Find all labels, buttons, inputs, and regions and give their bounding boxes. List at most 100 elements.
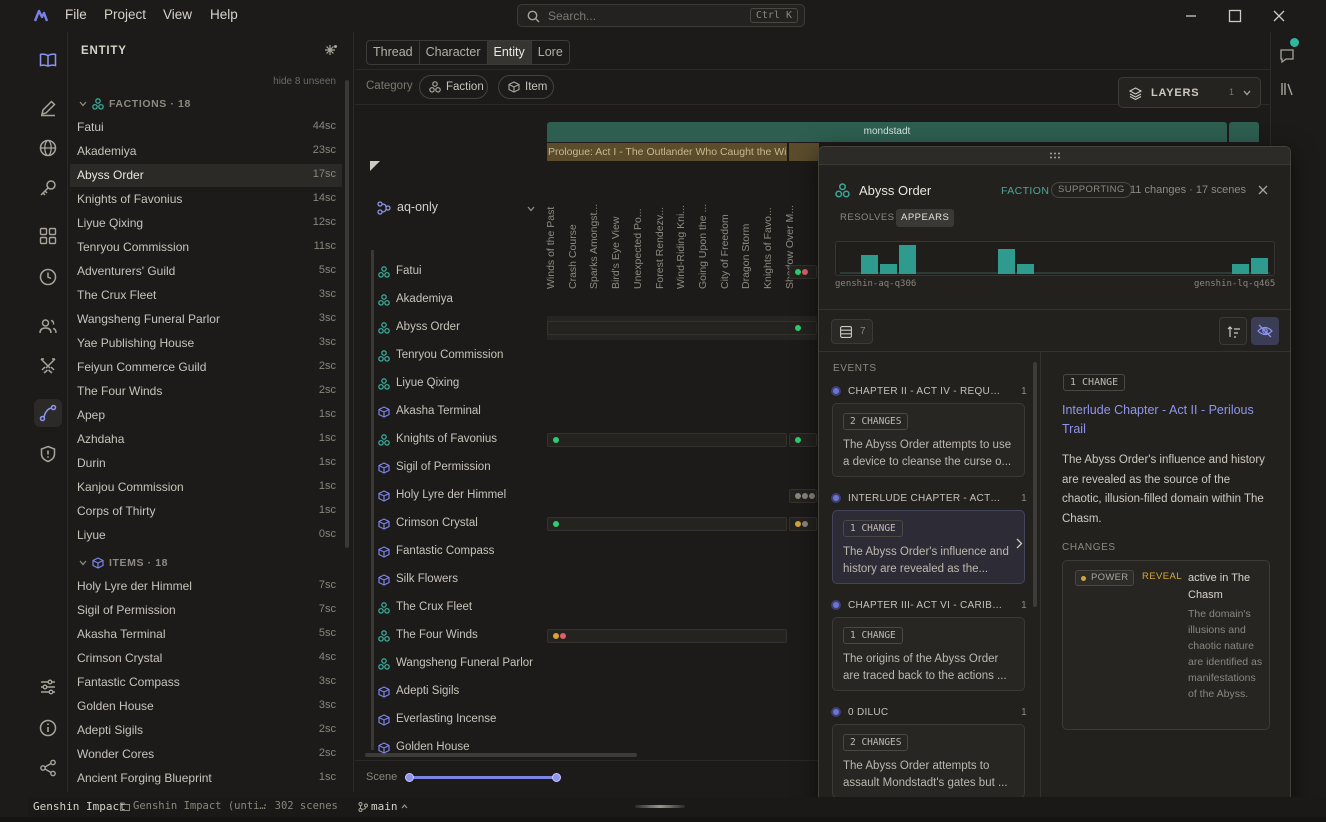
drag-handle[interactable]: [819, 147, 1290, 165]
scene-column-header[interactable]: City of Freedom: [719, 169, 733, 289]
rail-share[interactable]: [34, 754, 62, 782]
status-branch[interactable]: main: [371, 800, 398, 813]
histogram-bar[interactable]: [880, 264, 897, 274]
sidebar-item-faction[interactable]: Yae Publishing House 3sc: [70, 332, 342, 355]
tab-entity[interactable]: Entity: [487, 41, 532, 64]
entity-row[interactable]: Sigil of Permission: [373, 456, 545, 480]
entity-row[interactable]: Tenryou Commission: [373, 344, 545, 368]
rail-world[interactable]: [34, 134, 62, 162]
entity-row[interactable]: Everlasting Incense: [373, 708, 545, 732]
appearance-dot[interactable]: [809, 493, 815, 499]
sidebar-item-entity[interactable]: Akasha Terminal 5sc: [70, 623, 342, 646]
chat-icon[interactable]: [1279, 48, 1295, 64]
faction-filter-chip[interactable]: Faction: [419, 75, 488, 99]
scene-column-header[interactable]: Forest Rendezv...: [654, 169, 668, 289]
histogram-bar[interactable]: [1251, 258, 1268, 274]
presence-track[interactable]: [547, 517, 787, 531]
histogram-bar[interactable]: [899, 245, 916, 274]
menu-project[interactable]: Project: [104, 7, 146, 22]
entity-row[interactable]: Holy Lyre der Himmel: [373, 484, 545, 508]
sidebar-item-entity[interactable]: Fantastic Compass 3sc: [70, 671, 342, 694]
rail-alerts[interactable]: [34, 440, 62, 468]
scene-column-header[interactable]: Dragon Storm: [740, 169, 754, 289]
sort-button[interactable]: [1219, 317, 1247, 345]
sidebar-item-faction[interactable]: Tenryou Commission 11sc: [70, 236, 342, 259]
tab-appears[interactable]: APPEARS: [896, 209, 955, 227]
appearance-dot[interactable]: [553, 521, 559, 527]
layers-button[interactable]: LAYERS 1: [1118, 77, 1261, 108]
rail-tune[interactable]: [34, 673, 62, 701]
slider-start-handle[interactable]: [405, 773, 414, 782]
rail-grid[interactable]: [34, 222, 62, 250]
entity-row[interactable]: Liyue Qixing: [373, 372, 545, 396]
appearance-dot[interactable]: [795, 325, 801, 331]
entity-row[interactable]: Crimson Crystal: [373, 512, 545, 536]
entity-row[interactable]: Adepti Sigils: [373, 680, 545, 704]
event-card[interactable]: 1 CHANGE The origins of the Abyss Order a…: [832, 617, 1025, 691]
sidebar-item-entity[interactable]: Wonder Cores 2sc: [70, 743, 342, 766]
status-file[interactable]: Genshin Impact (unti…: [133, 800, 266, 812]
appearance-dot[interactable]: [795, 437, 801, 443]
sidebar-item-faction[interactable]: Fatui 44sc: [70, 116, 342, 139]
events-scrollbar[interactable]: [1033, 362, 1037, 607]
menu-file[interactable]: File: [65, 7, 87, 22]
scene-column-header[interactable]: Sparks Amongst...: [588, 169, 602, 289]
menu-help[interactable]: Help: [210, 7, 238, 22]
tab-resolves[interactable]: RESOLVES: [835, 209, 900, 227]
entity-row[interactable]: Fantastic Compass: [373, 540, 545, 564]
scene-range-slider[interactable]: [405, 773, 561, 782]
rail-characters[interactable]: [34, 312, 62, 340]
chevron-up-icon[interactable]: [401, 804, 408, 809]
entity-row[interactable]: Golden House: [373, 736, 545, 760]
sidebar-item-faction[interactable]: Abyss Order 17sc: [70, 164, 342, 187]
close-icon[interactable]: [1257, 184, 1269, 196]
sidebar-item-faction[interactable]: Apep 1sc: [70, 404, 342, 427]
appearance-dot[interactable]: [560, 633, 566, 639]
tab-lore[interactable]: Lore: [532, 41, 569, 64]
detail-title-link[interactable]: Interlude Chapter - Act II - Perilous Tr…: [1062, 401, 1262, 439]
rail-keys[interactable]: [34, 174, 62, 202]
histogram-bar[interactable]: [861, 255, 878, 274]
hide-unseen-button[interactable]: [1251, 317, 1279, 345]
search-input[interactable]: Search... Ctrl K: [517, 4, 805, 27]
appearance-dot[interactable]: [553, 437, 559, 443]
event-card[interactable]: 1 CHANGE The Abyss Order's influence and …: [832, 510, 1025, 584]
rail-history[interactable]: [34, 263, 62, 291]
appearance-dot[interactable]: [802, 493, 808, 499]
arc-band-mondstadt[interactable]: mondstadt: [547, 122, 1227, 142]
appearance-dot[interactable]: [795, 521, 801, 527]
sidebar-item-faction[interactable]: Akademiya 23sc: [70, 140, 342, 163]
rail-conflict[interactable]: [34, 352, 62, 380]
presence-track[interactable]: [789, 433, 817, 447]
scene-column-header[interactable]: Knights of Favo...: [762, 169, 776, 289]
sidebar-item-entity[interactable]: Adepti Sigils 2sc: [70, 719, 342, 742]
entity-row[interactable]: Knights of Favonius: [373, 428, 545, 452]
histogram-bar[interactable]: [1017, 264, 1034, 274]
chapter-band-next[interactable]: [789, 143, 819, 161]
rail-info[interactable]: [34, 714, 62, 742]
item-filter-chip[interactable]: Item: [498, 75, 554, 99]
status-project[interactable]: Genshin Impact: [33, 800, 126, 813]
entity-row[interactable]: Akasha Terminal: [373, 400, 545, 424]
sidebar-item-faction[interactable]: Knights of Favonius 14sc: [70, 188, 342, 211]
appearance-dot[interactable]: [802, 269, 808, 275]
scene-column-header[interactable]: Unexpected Po...: [632, 169, 646, 289]
entity-row[interactable]: The Four Winds: [373, 624, 545, 648]
entity-row[interactable]: The Crux Fleet: [373, 596, 545, 620]
sidebar-item-faction[interactable]: Liyue 0sc: [70, 524, 342, 547]
sidebar-scrollbar[interactable]: [345, 80, 349, 548]
sidebar-item-faction[interactable]: Kanjou Commission 1sc: [70, 476, 342, 499]
chevron-right-icon[interactable]: [1016, 538, 1023, 549]
presence-track[interactable]: [547, 433, 787, 447]
chapter-band-prologue[interactable]: Prologue: Act I - The Outlander Who Caug…: [547, 143, 787, 161]
sidebar-item-entity[interactable]: Crimson Crystal 4sc: [70, 647, 342, 670]
histogram-bar[interactable]: [1232, 264, 1249, 274]
scene-column-header[interactable]: Wind-Riding Kni...: [675, 169, 689, 289]
tab-character[interactable]: Character: [420, 41, 488, 64]
entity-row[interactable]: Silk Flowers: [373, 568, 545, 592]
list-view-button[interactable]: 7: [831, 319, 873, 344]
sidebar-item-faction[interactable]: Wangsheng Funeral Parlor 3sc: [70, 308, 342, 331]
sidebar-item-entity[interactable]: Holy Lyre der Himmel 7sc: [70, 575, 342, 598]
sidebar-item-faction[interactable]: The Four Winds 2sc: [70, 380, 342, 403]
sidebar-item-entity[interactable]: Ancient Forging Blueprint 1sc: [70, 767, 342, 790]
